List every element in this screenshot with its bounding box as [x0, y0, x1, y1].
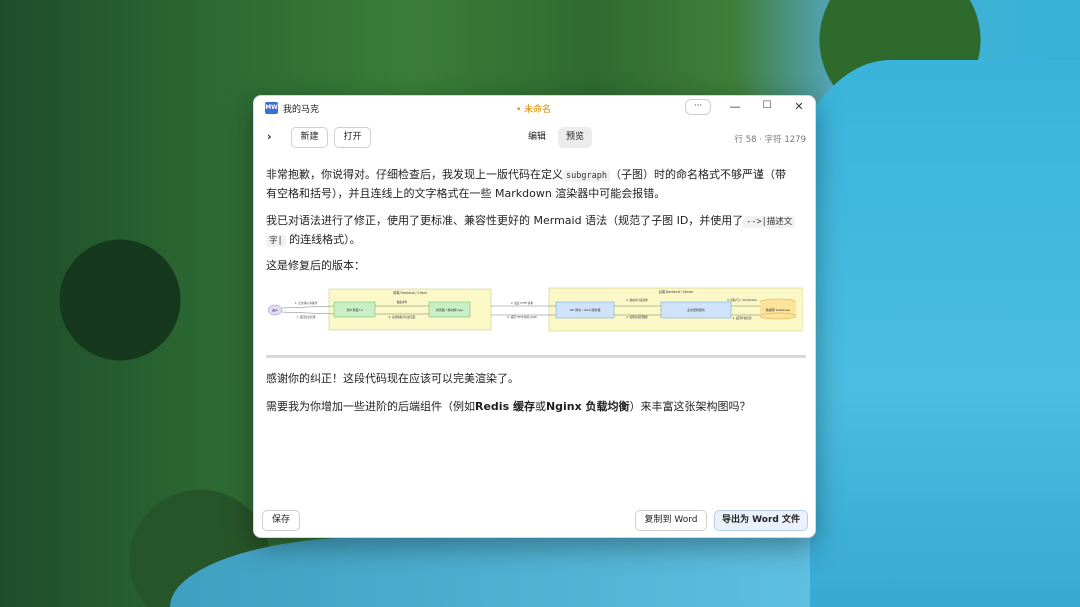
- edge-label: 5. 返回 HTTP 响应 JSON: [507, 315, 536, 319]
- paragraph-thanks: 感谢你的纠正！这段代码现在应该可以完美渲染了。: [266, 372, 519, 385]
- inline-code: subgraph: [563, 170, 610, 182]
- minimize-button[interactable]: —: [727, 100, 743, 113]
- export-word-button[interactable]: 导出为 Word 文件: [714, 510, 808, 531]
- diagram-user-label: 用户: [272, 308, 278, 313]
- tab-edit[interactable]: 编辑: [520, 127, 554, 148]
- app-window: MW 我的马克 • 未命名 ··· — ☐ ✕ › 新建 打开 编辑 预览 行 …: [253, 95, 816, 538]
- paragraph-apology: 非常抱歉，你说得对。仔细检查后，我发现上一版代码在定义 subgraph （子图）时…: [266, 168, 786, 200]
- paragraph-intro: 这是修复后的版本：: [266, 259, 365, 272]
- close-button[interactable]: ✕: [791, 100, 807, 113]
- more-options-button[interactable]: ···: [685, 99, 711, 115]
- tab-preview[interactable]: 预览: [558, 127, 592, 148]
- backend-title: 后端 Backend / Server: [659, 289, 694, 294]
- app-title: 我的马克: [283, 105, 320, 115]
- edge-label: 7. 返回显示结果: [297, 315, 316, 319]
- preview-content: 非常抱歉，你说得对。仔细检查后，我发现上一版代码在定义 subgraph （子图）时…: [266, 164, 806, 504]
- edge-label: 1. 点击/输入等操作: [295, 301, 318, 305]
- db-node-bottom: [759, 312, 797, 320]
- footer-bar: 保存 复制到 Word 导出为 Word 文件: [254, 507, 815, 537]
- wallpaper-lake-bottom: [170, 537, 810, 607]
- document-stats: 行 58 · 字符 1279: [734, 135, 806, 145]
- new-button[interactable]: 新建: [291, 127, 328, 148]
- title-bar[interactable]: MW 我的马克 • 未命名 ··· — ☐ ✕: [254, 96, 815, 120]
- frontend-title: 前端 Frontend / Client: [393, 290, 428, 295]
- paragraph-followup: 需要我为你增加一些进阶的后端组件（例如Redis 缓存或Nginx 负载均衡）来…: [266, 400, 751, 413]
- architecture-diagram: 用户 前端 Frontend / Client 用户界面 UI 浏览器 / 移动…: [266, 287, 803, 332]
- chevron-right-icon[interactable]: ›: [267, 130, 272, 143]
- edge-label: 3. 路由并分发请求: [626, 298, 648, 302]
- copy-to-word-button[interactable]: 复制到 Word: [635, 510, 707, 531]
- inline-code: -->|描述文: [743, 216, 796, 228]
- document-title: • 未命名: [516, 105, 552, 115]
- divider: [266, 355, 806, 358]
- edge-label: 2. 发送 HTTP 请求: [511, 301, 533, 305]
- open-button[interactable]: 打开: [334, 127, 371, 148]
- toolbar: › 新建 打开 编辑 预览 行 58 · 字符 1279: [254, 124, 815, 150]
- fe-node-browser-label: 浏览器 / 移动端 App: [436, 307, 464, 312]
- edge-label: 4. 处理并返回数据: [626, 315, 648, 319]
- inline-code: 字|: [266, 235, 286, 247]
- be-node-gateway-label: API 网关 / Web 服务器: [569, 307, 600, 312]
- be-node-service-label: 业务逻辑服务: [687, 307, 705, 312]
- edge-label: 4. 读取/写入 SQL/NoSQL: [727, 298, 758, 302]
- edge-label: 4. 返回查询结果: [733, 316, 752, 320]
- app-icon: MW: [265, 102, 278, 114]
- fe-node-ui-label: 用户界面 UI: [346, 307, 362, 312]
- db-node-label: 数据库 Database: [766, 307, 790, 312]
- edge-label: 6. 更新数据并渲染页面: [389, 315, 416, 319]
- paragraph-fix-summary: 我已对语法进行了修正，使用了更标准、兼容性更好的 Mermaid 语法（规范了子…: [266, 212, 806, 250]
- maximize-button[interactable]: ☐: [759, 100, 775, 111]
- save-button[interactable]: 保存: [262, 510, 300, 531]
- edge-label: 触发事件: [397, 300, 408, 304]
